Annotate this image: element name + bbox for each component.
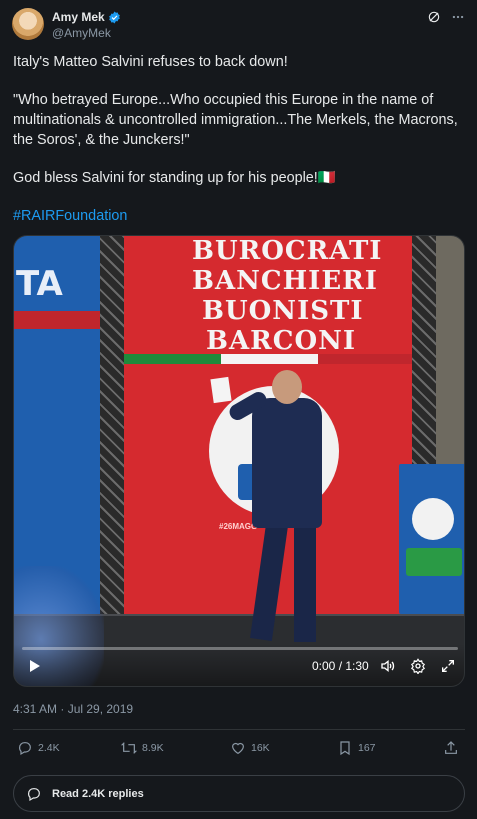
author-name-row[interactable]: Amy Mek (52, 10, 121, 24)
action-bar: 2.4K 8.9K 16K 167 (13, 740, 465, 760)
video-right-logo (412, 498, 454, 540)
hashtag-link[interactable]: #RAIRFoundation (13, 208, 127, 224)
bookmark-count: 167 (358, 742, 376, 754)
video-person-leg (294, 524, 316, 642)
post-timestamp[interactable]: 4:31 AM · Jul 29, 2019 (13, 702, 133, 716)
video-truss-right (412, 236, 436, 466)
banner-word: BARCONI (206, 326, 357, 356)
bookmark-icon (340, 741, 350, 756)
post-quote: "Who betrayed Europe...Who occupied this… (13, 92, 458, 148)
banner-word: BANCHIERI (192, 266, 378, 296)
banner-word: BUONISTI (202, 296, 364, 326)
reply-button[interactable]: 2.4K (17, 740, 60, 756)
repost-icon (121, 742, 137, 754)
share-icon (445, 741, 457, 754)
video-time: 0:00 / 1:30 (312, 659, 369, 673)
play-icon[interactable] (26, 658, 42, 674)
post-line-1: Italy's Matteo Salvini refuses to back d… (13, 54, 288, 70)
post-header: Amy Mek @AmyMek (12, 8, 465, 44)
repost-button[interactable]: 8.9K (121, 740, 164, 756)
post-line-3: God bless Salvini for standing up for hi… (13, 170, 336, 186)
grok-icon[interactable] (427, 10, 441, 24)
like-button[interactable]: 16K (230, 740, 270, 756)
reply-count: 2.4K (38, 742, 60, 754)
video-right-sign (406, 548, 462, 576)
post-text: Italy's Matteo Salvini refuses to back d… (13, 52, 465, 244)
read-replies-button[interactable]: Read 2.4K replies (13, 775, 465, 812)
avatar[interactable] (12, 8, 44, 40)
video-left-banner-text: TA (16, 264, 63, 304)
read-replies-label: Read 2.4K replies (52, 787, 144, 800)
reply-icon (28, 787, 40, 801)
more-icon[interactable] (451, 10, 465, 24)
divider (13, 729, 465, 730)
author-display-name[interactable]: Amy Mek (52, 10, 105, 24)
video-progress-bar[interactable] (22, 647, 458, 650)
bookmark-button[interactable]: 167 (337, 740, 376, 756)
video-player[interactable]: TA BUROCRATI BANCHIERI BUONISTI BARCONI … (13, 235, 465, 687)
video-banner-words: BUROCRATI BANCHIERI BUONISTI BARCONI (192, 236, 382, 356)
video-controls: 0:00 / 1:30 (14, 644, 464, 686)
verified-badge-icon (108, 11, 120, 23)
reply-icon (19, 742, 31, 756)
share-button[interactable] (443, 740, 459, 756)
video-paper (210, 376, 232, 404)
video-italian-stripe (124, 354, 418, 364)
settings-icon[interactable] (410, 658, 426, 674)
heart-icon (232, 742, 244, 755)
video-person (252, 398, 322, 528)
banner-word: BUROCRATI (192, 236, 383, 266)
volume-icon[interactable] (380, 658, 396, 674)
video-left-stripe (14, 311, 100, 329)
video-person-head (272, 370, 302, 404)
like-count: 16K (251, 742, 270, 754)
fullscreen-icon[interactable] (440, 658, 456, 674)
video-building (434, 236, 464, 466)
author-handle[interactable]: @AmyMek (52, 26, 111, 40)
repost-count: 8.9K (142, 742, 164, 754)
